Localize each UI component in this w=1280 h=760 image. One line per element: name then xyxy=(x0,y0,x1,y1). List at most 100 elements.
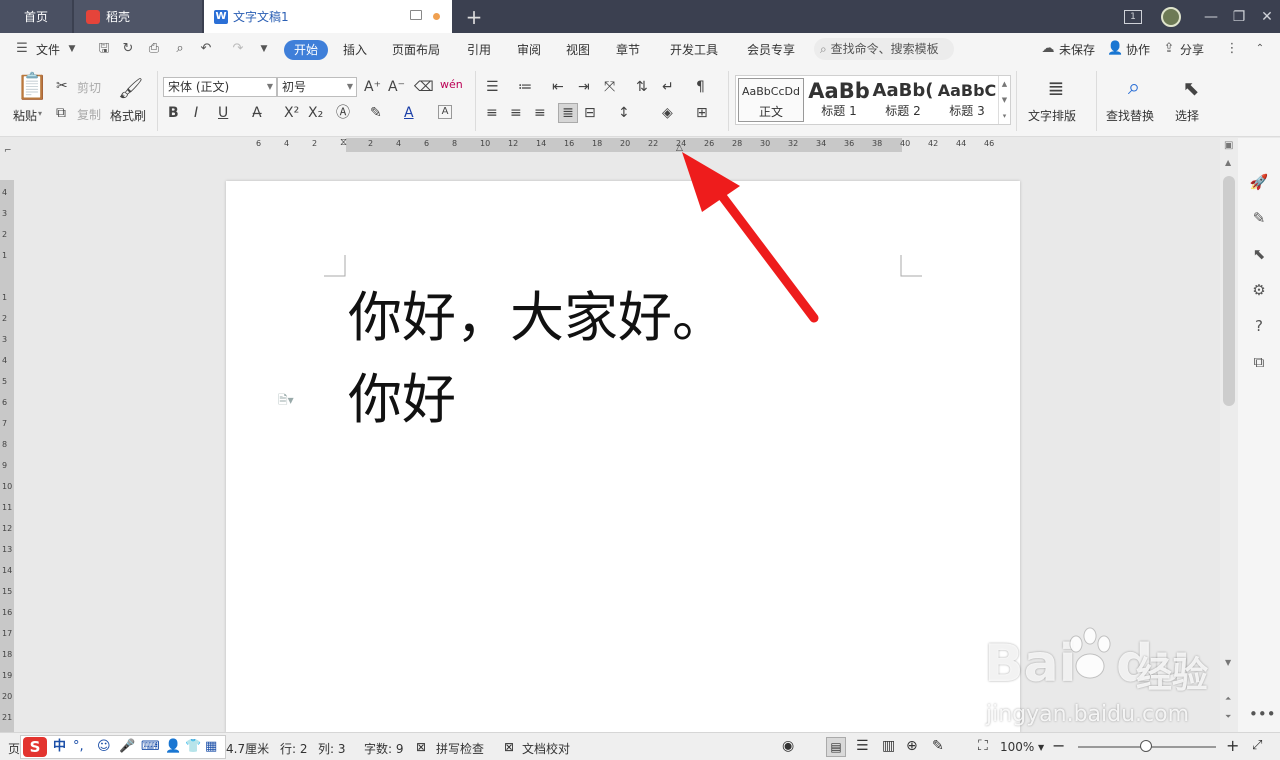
scroll-down-icon[interactable]: ▼ xyxy=(1225,658,1231,667)
paragraph-handle-icon[interactable]: 🗎▾ xyxy=(278,391,294,412)
text-layout-button[interactable]: 文字排版 xyxy=(1028,107,1076,124)
text-effect-icon[interactable]: Ⓐ xyxy=(336,105,350,121)
cut-button[interactable]: 剪切 xyxy=(77,79,101,96)
format-painter-button[interactable]: 格式刷 xyxy=(110,107,146,124)
font-size-select[interactable]: 初号 ▼ xyxy=(277,77,357,97)
document-line-2[interactable]: 你好 xyxy=(348,369,456,431)
ruler-tab-selector[interactable]: ⌐ xyxy=(4,146,12,156)
align-left-icon[interactable]: ≡ xyxy=(486,105,498,121)
word-count[interactable]: 字数: 9 xyxy=(364,740,404,757)
scroll-up-icon[interactable]: ▲ xyxy=(1225,158,1231,167)
zoom-slider-knob[interactable] xyxy=(1140,740,1152,752)
proofread-icon[interactable]: ⊠ xyxy=(504,740,514,754)
font-color-icon[interactable]: A xyxy=(404,105,414,121)
menu-view[interactable]: 视图 xyxy=(566,40,590,60)
zoom-level[interactable]: 100% xyxy=(1000,740,1034,754)
cut-icon[interactable]: ✂ xyxy=(56,78,68,94)
quick-access-dropdown-icon[interactable]: ▼ xyxy=(256,41,272,57)
prev-page-icon[interactable]: ⏶ xyxy=(1225,694,1231,704)
menu-member[interactable]: 会员专享 xyxy=(747,40,795,60)
monitor-icon[interactable] xyxy=(410,10,422,20)
save-icon[interactable]: 🖫 xyxy=(96,41,112,57)
align-center-icon[interactable]: ≡ xyxy=(510,105,522,121)
col-indicator[interactable]: 列: 3 xyxy=(318,740,346,757)
web-view-icon[interactable]: ⊕ xyxy=(906,738,918,754)
justify-icon[interactable]: ≣ xyxy=(558,103,578,123)
text-layout-icon[interactable]: ≣ xyxy=(1044,75,1068,101)
tab-document[interactable]: W 文字文稿1 xyxy=(204,0,452,33)
cursor-position[interactable]: 4.7厘米 xyxy=(226,740,269,757)
paste-dropdown-icon[interactable]: ▾ xyxy=(38,109,42,118)
ime-toolbar[interactable]: S 中 °, ☺ 🎤 ⌨ 👤 👕 ▦ xyxy=(20,735,226,759)
superscript-icon[interactable]: X² xyxy=(284,105,299,121)
ime-keyboard-icon[interactable]: ⌨ xyxy=(141,738,160,756)
zoom-in-button[interactable]: + xyxy=(1226,736,1239,755)
style-heading-1[interactable]: AaBb 标题 1 xyxy=(806,78,872,122)
grow-font-icon[interactable]: A⁺ xyxy=(364,79,381,95)
more-icon[interactable]: ⋮ xyxy=(1224,41,1240,57)
hamburger-icon[interactable]: ☰ xyxy=(14,41,30,57)
char-border-icon[interactable]: A xyxy=(438,105,452,119)
page-view-icon[interactable]: ▤ xyxy=(826,737,846,757)
shrink-font-icon[interactable]: A⁻ xyxy=(388,79,405,95)
fit-page-icon[interactable]: ⛶ xyxy=(978,738,988,754)
clear-format-icon[interactable]: ⌫ xyxy=(414,79,434,95)
row-indicator[interactable]: 行: 2 xyxy=(280,740,308,757)
line-break-icon[interactable]: ↵ xyxy=(662,79,674,95)
spell-check-button[interactable]: 拼写检查 xyxy=(436,740,484,757)
chevron-down-icon[interactable]: ▼ xyxy=(64,41,80,57)
paste-button[interactable]: 粘贴 xyxy=(13,107,37,124)
print-preview-icon[interactable]: ⌕ xyxy=(172,41,188,57)
menu-insert[interactable]: 插入 xyxy=(343,40,367,60)
style-heading-3[interactable]: AaBbC 标题 3 xyxy=(934,78,1000,122)
collab-button[interactable]: 协作 xyxy=(1126,40,1150,60)
phonetic-guide-icon[interactable]: wén xyxy=(440,77,463,93)
increase-indent-icon[interactable]: ⇥ xyxy=(578,79,590,95)
fullscreen-icon[interactable]: ⤢ xyxy=(1252,738,1262,753)
distribute-icon[interactable]: ⊟ xyxy=(584,105,596,121)
bold-icon[interactable]: B xyxy=(168,105,179,121)
italic-icon[interactable]: I xyxy=(194,105,198,121)
decrease-indent-icon[interactable]: ⇤ xyxy=(552,79,564,95)
zoom-dropdown-icon[interactable]: ▼ xyxy=(1038,743,1044,752)
menu-start[interactable]: 开始 xyxy=(284,40,329,60)
scroll-thumb[interactable] xyxy=(1223,176,1235,406)
eye-protection-icon[interactable]: ◉ xyxy=(782,738,794,754)
collapse-ribbon-icon[interactable]: ⌃ xyxy=(1252,41,1268,57)
document-page[interactable]: 你好，大家好。 你好 🗎▾ xyxy=(226,181,1020,733)
bullet-list-icon[interactable]: ☰ xyxy=(486,79,499,95)
unsaved-dot-icon[interactable] xyxy=(433,13,440,20)
highlight-icon[interactable]: ✎ xyxy=(370,105,382,121)
pointer-icon[interactable]: ⬉ xyxy=(1249,244,1269,264)
strikethrough-icon[interactable]: A̶ xyxy=(252,105,262,121)
sort-icon[interactable]: ⇅ xyxy=(636,79,648,95)
ime-punct-icon[interactable]: °, xyxy=(73,738,84,756)
ime-language[interactable]: 中 xyxy=(53,738,66,756)
command-search-input[interactable]: ⌕ 查找命令、搜索模板 xyxy=(814,38,954,60)
first-line-indent-marker[interactable]: ⧖ xyxy=(340,137,347,148)
read-view-icon[interactable]: ▥ xyxy=(882,738,895,754)
menu-chapter[interactable]: 章节 xyxy=(616,40,640,60)
next-page-icon[interactable]: ⏷ xyxy=(1225,712,1231,722)
redo-icon[interactable]: ↷ xyxy=(230,41,246,57)
collab-user-icon[interactable]: 👤 xyxy=(1107,41,1123,57)
find-replace-icon[interactable]: ⌕ xyxy=(1122,75,1146,101)
copy-button[interactable]: 复制 xyxy=(77,106,101,123)
ime-emoji-icon[interactable]: ☺ xyxy=(97,738,111,756)
share-icon[interactable]: ⇪ xyxy=(1161,41,1177,57)
menu-page-layout[interactable]: 页面布局 xyxy=(392,40,440,60)
numbered-list-icon[interactable]: ≔ xyxy=(518,79,532,95)
file-menu[interactable]: 文件 xyxy=(36,40,60,60)
unsaved-status[interactable]: 未保存 xyxy=(1059,40,1095,60)
write-view-icon[interactable]: ✎ xyxy=(932,738,944,754)
copy-icon[interactable]: ⧉ xyxy=(56,105,66,121)
menu-developer[interactable]: 开发工具 xyxy=(670,40,718,60)
page-count-button[interactable]: 1 xyxy=(1116,0,1150,33)
share-button[interactable]: 分享 xyxy=(1180,40,1204,60)
zoom-out-button[interactable]: − xyxy=(1052,736,1065,755)
style-normal[interactable]: AaBbCcDd 正文 xyxy=(738,78,804,122)
more-options-icon[interactable]: ••• xyxy=(1249,704,1276,724)
show-marks-icon[interactable]: ¶ xyxy=(696,79,705,95)
undo-icon[interactable]: ↶ xyxy=(198,41,214,57)
undo-history-icon[interactable]: ↻ xyxy=(120,41,136,57)
